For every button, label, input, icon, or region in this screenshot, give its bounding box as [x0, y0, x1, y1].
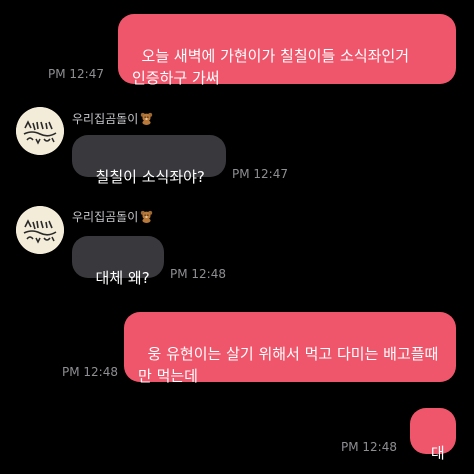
outgoing-message-bubble[interactable]: 웅 유현이는 살기 위해서 먹고 다미는 배고플때 만 먹는데	[124, 312, 456, 385]
outgoing-message-bubble[interactable]: 오늘 새벽에 가현이가 칠칠이들 소식좌인거 인증하구 가써	[118, 14, 456, 87]
incoming-message-bubble[interactable]: 칠칠이 소식좌야?	[72, 135, 226, 186]
avatar-doodle-icon	[16, 107, 64, 155]
message-timestamp: PM 12:48	[62, 365, 118, 379]
message-text: 대체 왜?	[95, 269, 150, 287]
message-text: 오늘 새벽에 가현이가 칠칠이들 소식좌인거 인증하구 가써	[132, 47, 414, 87]
incoming-message-bubble[interactable]: 대체 왜?	[72, 236, 164, 287]
message-timestamp: PM 12:47	[232, 167, 288, 181]
message-timestamp: PM 12:48	[341, 440, 397, 454]
avatar-doodle-icon	[16, 206, 64, 254]
outgoing-message-bubble[interactable]: 대	[410, 408, 456, 462]
sender-name-text: 우리집곰돌이	[72, 210, 139, 224]
sender-name-text: 우리집곰돌이	[72, 112, 139, 126]
message-text: 칠칠이 소식좌야?	[95, 168, 205, 186]
sender-name: 우리집곰돌이	[72, 110, 153, 127]
avatar[interactable]	[16, 107, 64, 155]
avatar[interactable]	[16, 206, 64, 254]
teddy-bear-icon	[141, 112, 153, 125]
message-text: 대	[430, 444, 445, 462]
message-timestamp: PM 12:47	[48, 67, 104, 81]
message-timestamp: PM 12:48	[170, 267, 226, 281]
teddy-bear-icon	[141, 210, 153, 223]
sender-name: 우리집곰돌이	[72, 208, 153, 225]
message-text: 웅 유현이는 살기 위해서 먹고 다미는 배고플때 만 먹는데	[138, 345, 444, 385]
